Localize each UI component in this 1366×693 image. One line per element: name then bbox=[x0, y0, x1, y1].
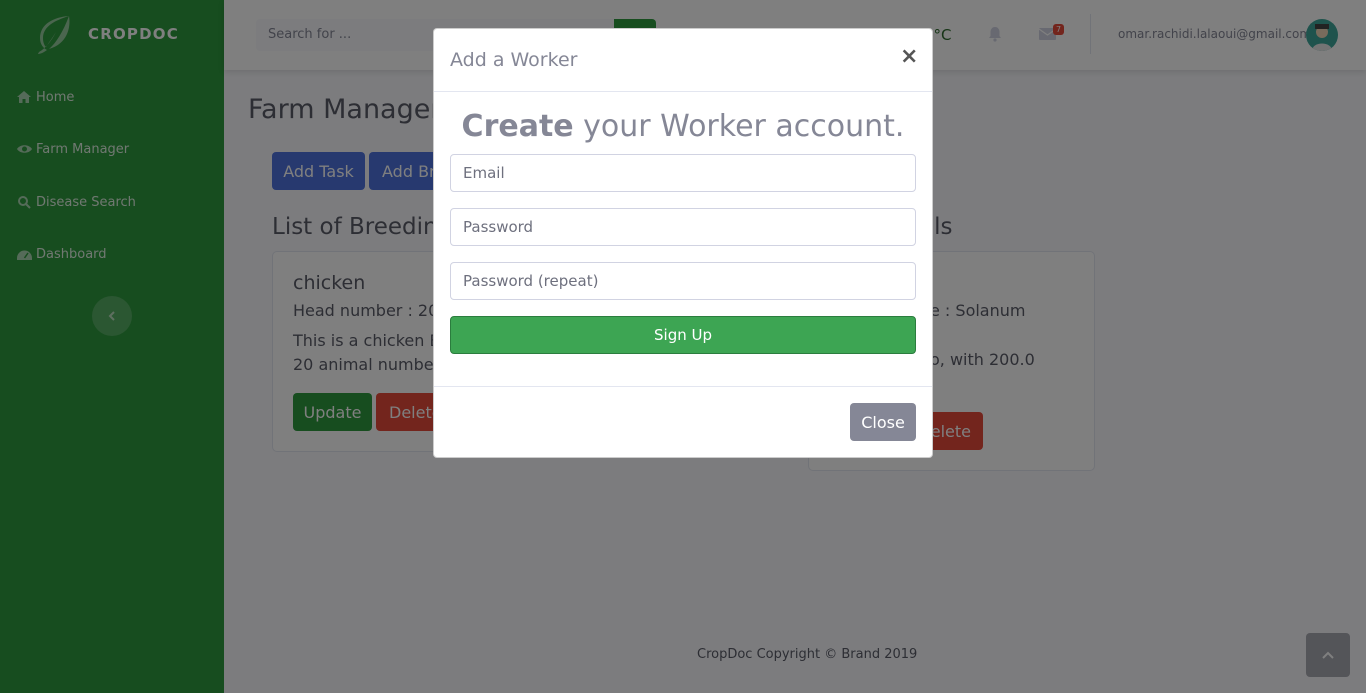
close-icon[interactable]: × bbox=[900, 45, 918, 69]
modal-footer-divider bbox=[434, 386, 932, 387]
sign-up-button[interactable]: Sign Up bbox=[450, 316, 916, 354]
email-field[interactable] bbox=[450, 154, 916, 192]
add-worker-modal: Add a Worker × Create your Worker accoun… bbox=[433, 28, 933, 458]
password-field[interactable] bbox=[450, 208, 916, 246]
headline-bold: Create bbox=[461, 109, 574, 144]
password-repeat-field[interactable] bbox=[450, 262, 916, 300]
modal-header: Add a Worker × bbox=[434, 29, 932, 92]
close-button[interactable]: Close bbox=[850, 403, 916, 441]
modal-title: Add a Worker bbox=[450, 49, 578, 71]
signup-headline: Create your Worker account. bbox=[434, 109, 932, 144]
headline-rest: your Worker account. bbox=[573, 109, 905, 144]
